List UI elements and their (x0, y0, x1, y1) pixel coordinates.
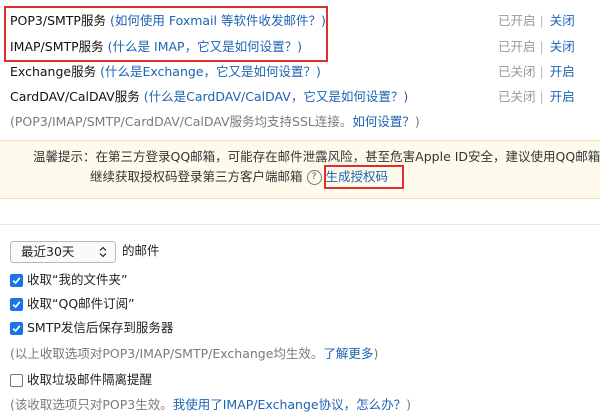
service-help-link[interactable]: (什么是Exchange，它又是如何设置？) (100, 64, 321, 79)
option-label: 收取“QQ邮件订阅” (27, 296, 135, 311)
tip-line-1: 温馨提示：在第三方登录QQ邮箱，可能存在邮件泄露风险，甚至危害Apple ID安… (33, 149, 600, 164)
ssl-help-link[interactable]: 如何设置？ (352, 114, 415, 129)
service-toggle-link[interactable]: 开启 (550, 89, 575, 104)
option-label: SMTP发信后保存到服务器 (27, 320, 174, 335)
service-toggle-link[interactable]: 关闭 (550, 13, 575, 28)
option-label: 收取“我的文件夹” (27, 272, 128, 287)
service-status: 已开启 (498, 39, 536, 54)
learn-more-link[interactable]: 了解更多 (323, 346, 373, 361)
receive-range-select[interactable]: 最近30天 (10, 241, 116, 263)
service-row-exchange: Exchange服务 (什么是Exchange，它又是如何设置？) 已关闭 | 开启 (10, 64, 575, 79)
service-toggle-link[interactable]: 开启 (550, 64, 575, 79)
service-row-carddav: CardDAV/CalDAV服务 (什么是CardDAV/CalDAV，它又是如… (10, 89, 575, 104)
question-icon[interactable]: ? (306, 170, 322, 185)
highlight-box (324, 165, 404, 189)
options-note: (以上收取选项对POP3/IMAP/SMTP/Exchange均生效。了解更多) (10, 346, 379, 361)
service-name: CardDAV/CalDAV服务 (10, 89, 140, 104)
imap-exchange-help-link[interactable]: 我使用了IMAP/Exchange协议，怎么办？ (173, 397, 406, 412)
service-status: 已关闭 (498, 89, 536, 104)
option-my-folders-checkbox[interactable] (10, 274, 23, 287)
spam-note: (该收取选项只对POP3生效。我使用了IMAP/Exchange协议，怎么办？) (10, 397, 411, 412)
service-toggle-link[interactable]: 关闭 (550, 39, 575, 54)
ssl-note: (POP3/IMAP/SMTP/CardDAV/CalDAV服务均支持SSL连接… (10, 114, 420, 129)
spam-notice-label: 收取垃圾邮件隔离提醒 (27, 372, 153, 387)
option-qq-subscription-checkbox[interactable] (10, 298, 23, 311)
service-name: Exchange服务 (10, 64, 97, 79)
section-divider (0, 224, 600, 225)
check-icon (12, 325, 21, 333)
select-value: 最近30天 (21, 244, 75, 259)
service-status: 已关闭 (498, 64, 536, 79)
spam-notice-checkbox[interactable] (10, 374, 23, 387)
check-icon (12, 277, 21, 285)
service-status: 已开启 (498, 13, 536, 28)
select-arrows-icon (99, 246, 107, 258)
receive-suffix: 的邮件 (122, 243, 160, 258)
service-help-link[interactable]: (什么是CardDAV/CalDAV，它又是如何设置？) (144, 89, 408, 104)
check-icon (12, 301, 21, 309)
highlight-box (4, 6, 328, 62)
option-smtp-save-checkbox[interactable] (10, 322, 23, 335)
